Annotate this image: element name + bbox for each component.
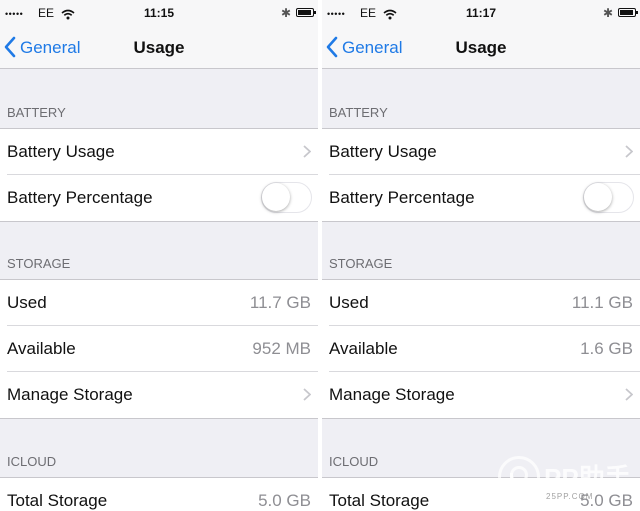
battery-level-fill <box>620 10 633 15</box>
available-value: 952 MB <box>252 339 311 358</box>
chevron-right-icon <box>625 145 633 158</box>
section-header-icloud: ICLOUD <box>7 454 57 469</box>
section-header-battery: BATTERY <box>329 105 388 120</box>
battery-usage-row[interactable]: Battery Usage <box>0 129 318 175</box>
watermark: PP助手 25PP.COM <box>498 456 638 510</box>
battery-percentage-label: Battery Percentage <box>7 188 153 207</box>
used-row: Used 11.1 GB <box>322 280 640 326</box>
used-label: Used <box>7 293 47 312</box>
battery-percentage-row: Battery Percentage <box>322 175 640 221</box>
available-value: 1.6 GB <box>580 339 633 358</box>
total-storage-label: Total Storage <box>7 491 108 510</box>
available-row: Available 1.6 GB <box>322 326 640 372</box>
total-storage-label: Total Storage <box>329 491 430 510</box>
battery-icon <box>296 8 316 17</box>
bluetooth-icon: ✱ <box>281 6 292 20</box>
chevron-right-icon <box>303 388 311 401</box>
manage-storage-label: Manage Storage <box>7 385 133 404</box>
watermark-url: 25PP.COM <box>546 492 594 501</box>
battery-percentage-toggle[interactable] <box>261 182 312 213</box>
group-divider <box>322 221 640 222</box>
group-divider <box>322 418 640 419</box>
battery-icon <box>618 8 638 17</box>
available-row: Available 952 MB <box>0 326 318 372</box>
used-row: Used 11.7 GB <box>0 280 318 326</box>
manage-storage-row[interactable]: Manage Storage <box>322 372 640 418</box>
status-bar: ••••• EE 11:17 ✱ <box>322 0 640 28</box>
total-storage-value: 5.0 GB <box>258 491 311 510</box>
brand-logo-icon <box>498 456 540 498</box>
section-header-storage: STORAGE <box>329 256 393 271</box>
total-storage-row: Total Storage 5.0 GB <box>0 478 318 511</box>
battery-usage-row[interactable]: Battery Usage <box>322 129 640 175</box>
battery-percentage-label: Battery Percentage <box>329 188 475 207</box>
navigation-bar: General Usage <box>0 28 318 69</box>
battery-usage-label: Battery Usage <box>329 142 437 161</box>
chevron-right-icon <box>303 145 311 158</box>
battery-percentage-row: Battery Percentage <box>0 175 318 221</box>
usage-screen-right: ••••• EE 11:17 ✱ General Usage BATTERY B… <box>322 0 640 511</box>
used-value: 11.1 GB <box>571 293 633 312</box>
toggle-knob <box>584 183 612 211</box>
section-header-icloud: ICLOUD <box>329 454 379 469</box>
used-label: Used <box>329 293 369 312</box>
page-title: Usage <box>133 38 185 57</box>
status-time: 11:17 <box>465 6 497 20</box>
group-divider <box>0 221 318 222</box>
battery-percentage-toggle[interactable] <box>583 182 634 213</box>
group-divider <box>0 418 318 419</box>
manage-storage-label: Manage Storage <box>329 385 455 404</box>
page-title: Usage <box>455 38 507 57</box>
battery-level-fill <box>298 10 311 15</box>
status-time: 11:15 <box>143 6 175 20</box>
bluetooth-icon: ✱ <box>603 6 614 20</box>
toggle-knob <box>262 183 290 211</box>
available-label: Available <box>329 339 398 358</box>
watermark-brand: PP助手 <box>544 463 631 493</box>
navigation-bar: General Usage <box>322 28 640 69</box>
available-label: Available <box>7 339 76 358</box>
battery-usage-label: Battery Usage <box>7 142 115 161</box>
manage-storage-row[interactable]: Manage Storage <box>0 372 318 418</box>
section-header-battery: BATTERY <box>7 105 66 120</box>
usage-screen-left: ••••• EE 11:15 ✱ General Usage BATTERY B… <box>0 0 318 511</box>
chevron-right-icon <box>625 388 633 401</box>
status-bar: ••••• EE 11:15 ✱ <box>0 0 318 28</box>
section-header-storage: STORAGE <box>7 256 71 271</box>
used-value: 11.7 GB <box>249 293 311 312</box>
